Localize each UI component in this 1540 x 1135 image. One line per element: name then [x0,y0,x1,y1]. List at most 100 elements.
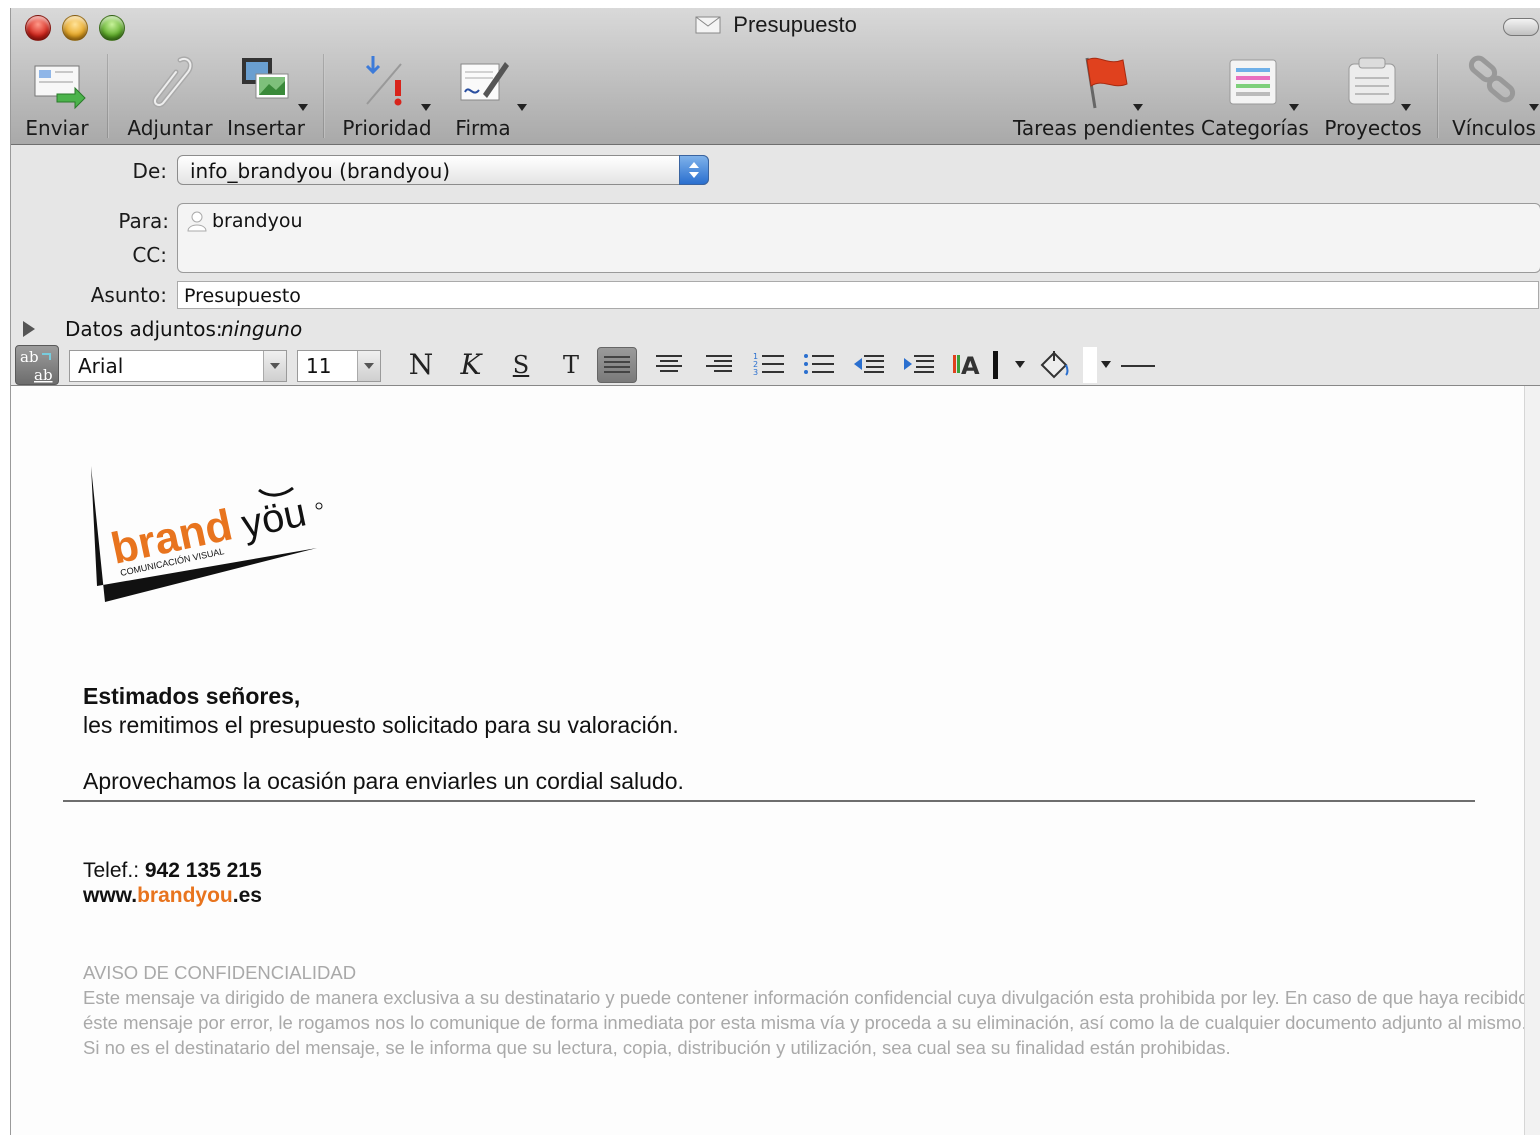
underline-button[interactable]: S [501,347,541,383]
toolbar-insert-label: Insertar [227,116,305,140]
body-line-2: Aprovechamos la ocasión para enviarles u… [83,768,684,794]
attachments-value: ninguno [221,317,303,341]
signature-icon [460,62,509,101]
align-center-icon [656,355,682,372]
to-label: Para: [118,209,169,233]
web-suffix: .es [232,884,262,907]
compose-window: Presupuesto Enviar Adjuntar Insertar Pri… [10,8,1540,1135]
subject-label: Asunto: [90,283,167,307]
message-headers: De: info_brandyou (brandyou) Para: CC: b… [11,145,1540,315]
numbered-list-button[interactable]: 123 [749,347,789,383]
align-right-button[interactable] [699,347,739,383]
flag-icon [1085,57,1128,109]
numbered-list-icon: 123 [753,352,784,377]
signature-web[interactable]: www.brandyou.es [83,884,262,908]
priority-dropdown-caret [421,104,431,111]
bullet-list-icon [804,354,834,374]
greeting-text: Estimados señores, [83,683,301,709]
toolbar-priority-button[interactable]: Prioridad [339,54,435,140]
text-style-button[interactable]: T [551,347,591,383]
toolbar-categories-button[interactable]: Categorías [1201,54,1309,140]
toolbar-insert-button[interactable]: Insertar [223,54,309,140]
bullet-list-button[interactable] [799,347,839,383]
chevron-down-icon [357,351,380,381]
align-right-icon [706,355,732,372]
toolbar-tasks-button[interactable]: Tareas pendientes [1013,54,1195,140]
categories-dropdown-caret [1289,104,1299,111]
svg-text:3: 3 [753,368,758,377]
toolbar-links-button[interactable]: Vínculos [1449,54,1539,140]
projects-dropdown-caret [1401,104,1411,111]
highlight-dropdown-caret[interactable] [1101,361,1111,368]
align-left-button[interactable] [597,347,637,383]
contact-icon [187,211,207,232]
vertical-scrollbar[interactable] [1524,386,1540,1135]
from-account-value: info_brandyou (brandyou) [190,159,451,183]
window-chrome: Presupuesto Enviar Adjuntar Insertar Pri… [11,8,1540,145]
logo-you-text: yöu [238,490,310,546]
envelope-icon [695,16,721,34]
phone-label: Telef.: [83,859,140,882]
toolbar-priority-label: Prioridad [342,116,432,140]
spelling-toggle-button[interactable]: ab ab [15,345,59,385]
font-family-select[interactable]: Arial [69,350,287,382]
body-line-1: les remitimos el presupuesto solicitado … [83,712,679,738]
font-color-dropdown-caret[interactable] [1015,361,1025,368]
align-left-icon [604,356,630,373]
attachments-label: Datos adjuntos: [65,317,223,341]
toolbar-links-label: Vínculos [1452,116,1536,140]
disclosure-triangle-icon[interactable] [23,321,35,337]
from-label: De: [132,159,167,183]
toolbar-attach-label: Adjuntar [127,116,213,140]
toolbar-toggle-button[interactable] [1503,18,1539,36]
toolbar-tasks-label: Tareas pendientes [1013,116,1195,140]
web-brand: brandyou [137,884,233,907]
font-family-value: Arial [78,354,124,378]
phone-value: 942 135 215 [144,859,262,882]
toolbar-categories-label: Categorías [1201,116,1309,140]
toolbar-signature-button[interactable]: Firma [443,54,527,140]
recipient-token[interactable]: brandyou [186,210,303,232]
toolbar-attach-button[interactable]: Adjuntar [127,54,213,140]
signature-phone: Telef.: 942 135 215 [83,859,262,883]
recipient-name: brandyou [212,210,303,232]
priority-icon [365,56,402,106]
toolbar-projects-button[interactable]: Proyectos [1317,54,1429,140]
spelling-icon: ab ab [20,348,53,384]
signature-dropdown-caret [517,104,527,111]
highlight-swatch [1083,347,1097,383]
format-toolbar: ab ab Arial 11 N K S T 1 2 3 A [11,343,1540,386]
confidential-title: AVISO DE CONFIDENCIALIDAD [83,962,357,983]
confidential-line-1: Este mensaje va dirigido de manera exclu… [83,987,1529,1008]
increase-indent-button[interactable] [899,347,939,383]
toolbar-send-label: Enviar [25,116,89,140]
subject-input[interactable]: Presupuesto [177,281,1539,309]
chevron-down-icon [263,351,286,381]
font-color-button[interactable]: A [949,347,1003,383]
bold-button[interactable]: N [401,347,441,383]
align-center-button[interactable] [649,347,689,383]
font-size-select[interactable]: 11 [297,350,381,382]
highlight-button[interactable] [1033,347,1073,383]
recipients-field[interactable]: brandyou [177,203,1540,273]
brandyou-logo: brand yöu COMUNICACIÓN VISUAL [91,466,323,602]
confidential-line-3: Si no es el destinatario del mensaje, se… [83,1037,1231,1058]
window-title-text: Presupuesto [733,12,857,37]
select-stepper-icon [679,155,709,185]
svg-text:ab: ab [20,348,39,366]
toolbar-signature-label: Firma [455,116,511,140]
attachments-row: Datos adjuntos: ninguno [11,315,1540,343]
toolbar-separator [107,54,109,138]
projects-icon [1348,57,1396,105]
message-body[interactable]: brand yöu COMUNICACIÓN VISUAL Estimados … [11,386,1529,1135]
toolbar-separator [1437,54,1439,138]
horizontal-rule-button[interactable] [1121,365,1155,367]
from-account-select[interactable]: info_brandyou (brandyou) [177,155,709,185]
send-mail-icon [34,65,86,110]
decrease-indent-button[interactable] [849,347,889,383]
italic-button[interactable]: K [451,347,491,383]
svg-text:A: A [961,352,980,380]
cc-label: CC: [132,243,167,267]
toolbar-send-button[interactable]: Enviar [17,54,97,140]
font-size-value: 11 [306,354,332,378]
